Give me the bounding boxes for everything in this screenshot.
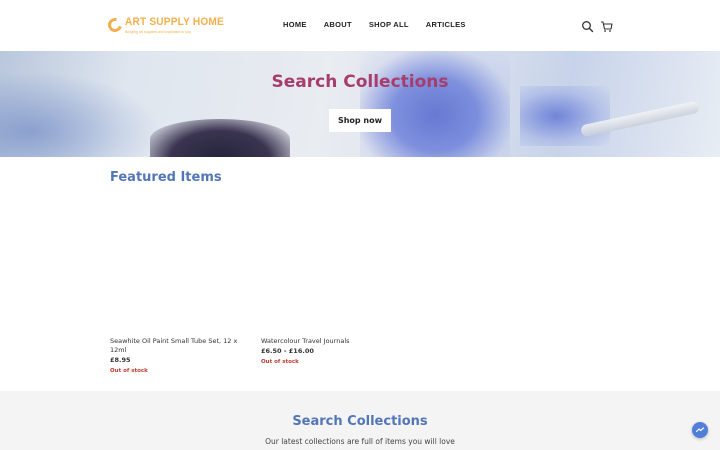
- product-price: £6.50 - £16.00: [261, 347, 314, 355]
- collections-section: Search Collections Our latest collection…: [0, 391, 720, 450]
- product-name[interactable]: Watercolour Travel Journals: [261, 337, 389, 346]
- collections-description: Our latest collections are full of items…: [265, 437, 455, 446]
- hero-banner: Search Collections Shop now: [0, 51, 720, 157]
- brand-logo[interactable]: ART SUPPLY HOME Bringing art supplies an…: [105, 15, 224, 37]
- shop-now-button[interactable]: Shop now: [329, 109, 391, 132]
- main-nav: HOME ABOUT SHOP ALL ARTICLES: [283, 20, 483, 29]
- site-header: ART SUPPLY HOME Bringing art supplies an…: [0, 0, 720, 51]
- nav-item-shop-all[interactable]: SHOP ALL: [369, 20, 409, 29]
- cart-icon[interactable]: [600, 18, 613, 32]
- messenger-icon[interactable]: [692, 422, 708, 438]
- nav-item-articles[interactable]: ARTICLES: [426, 20, 466, 29]
- hero-title: Search Collections: [271, 72, 449, 92]
- hero-brush-image: [150, 119, 290, 157]
- product-card[interactable]: Seawhite Oil Paint Small Tube Set, 12 x …: [110, 337, 238, 374]
- brand-tagline: Bringing art supplies and inspiration to…: [125, 30, 191, 34]
- search-icon[interactable]: [581, 18, 594, 33]
- hero-paint-blob-small: [520, 86, 610, 146]
- product-card[interactable]: Watercolour Travel Journals £6.50 - £16.…: [261, 337, 389, 365]
- stock-status: Out of stock: [110, 368, 148, 374]
- brand-name: ART SUPPLY HOME: [125, 16, 224, 28]
- hero-paint-blob: [360, 51, 510, 157]
- collections-heading: Search Collections: [292, 414, 428, 429]
- stock-status: Out of stock: [261, 359, 299, 365]
- nav-item-home[interactable]: HOME: [283, 20, 307, 29]
- nav-item-about[interactable]: ABOUT: [324, 20, 352, 29]
- featured-items-heading: Featured Items: [110, 170, 222, 185]
- product-name[interactable]: Seawhite Oil Paint Small Tube Set, 12 x …: [110, 337, 238, 355]
- logo-ring-icon: [105, 15, 125, 35]
- product-price: £8.95: [110, 356, 131, 364]
